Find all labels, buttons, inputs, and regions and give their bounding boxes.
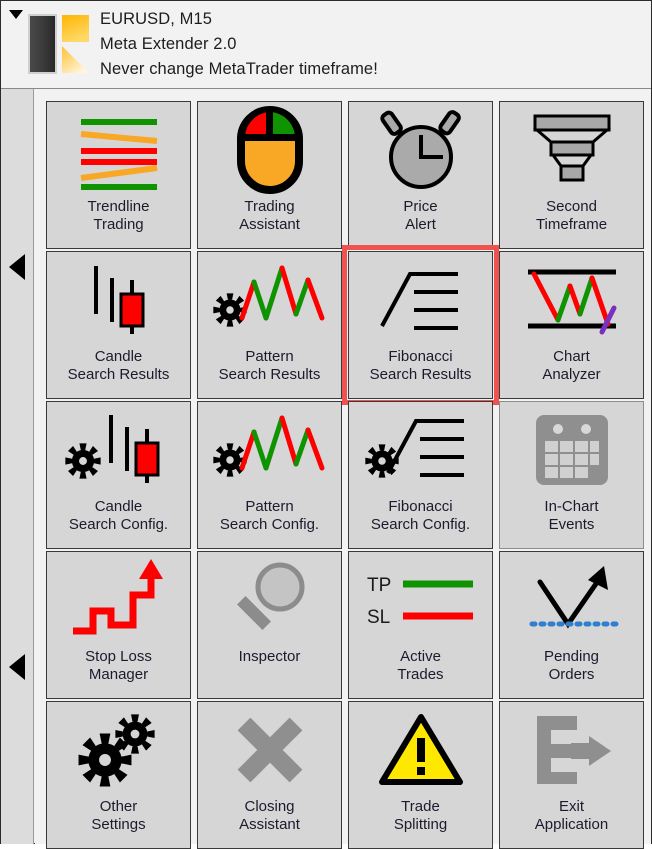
alarm-clock-icon: [348, 102, 493, 198]
tile-label-line1: Exit: [558, 798, 584, 815]
header-product-name: Meta Extender 2.0: [100, 35, 237, 53]
double-gear-icon: [46, 702, 191, 798]
tile-label-line2: Search Config.: [219, 516, 320, 533]
tile-label-line2: Analyzer: [542, 366, 601, 383]
tile-second-timeframe[interactable]: Second Timeframe: [499, 101, 644, 249]
gear-candlestick-icon: [46, 402, 191, 498]
mouse-icon: [197, 102, 342, 198]
tile-chart-analyzer[interactable]: Chart Analyzer: [499, 251, 644, 399]
tile-label-line2: Manager: [88, 666, 149, 683]
tile-label-line1: Candle: [94, 348, 143, 365]
fibonacci-icon: [348, 252, 493, 348]
trendline-lines-icon: [46, 102, 191, 198]
tile-label-line2: Search Results: [218, 366, 321, 383]
tile-label-line1: Candle: [94, 498, 143, 515]
tile-label-line1: Second: [546, 198, 597, 215]
tile-wrapper-fibonacci-search-results: Fibonacci Search Results: [342, 245, 499, 405]
tile-other-settings[interactable]: Other Settings: [46, 701, 191, 849]
tile-label-line1: Trading: [244, 198, 295, 215]
staircase-arrow-icon: [46, 552, 191, 648]
tile-closing-assistant[interactable]: Closing Assistant: [197, 701, 342, 849]
tile-fibonacci-search-config[interactable]: Fibonacci Search Config.: [348, 401, 493, 549]
tile-label-line2: Events: [548, 516, 595, 533]
chart-analyzer-icon: [499, 252, 644, 348]
tile-label-line2: Timeframe: [535, 216, 608, 233]
svg-text:SL: SL: [367, 607, 390, 628]
gear-fibonacci-icon: [348, 402, 493, 498]
header-warning-text: Never change MetaTrader timeframe!: [100, 60, 378, 78]
header-text-block: EURUSD, M15 Meta Extender 2.0 Never chan…: [100, 7, 640, 82]
tile-label-line1: Trendline: [87, 198, 150, 215]
tile-label-line2: Search Results: [369, 366, 472, 383]
tile-label-line1: Fibonacci: [388, 348, 453, 365]
tile-label-line2: Alert: [405, 216, 436, 233]
tile-exit-application[interactable]: Exit Application: [499, 701, 644, 849]
candlestick-icon: [46, 252, 191, 348]
tile-candle-search-results[interactable]: Candle Search Results: [46, 251, 191, 399]
cross-x-icon: [197, 702, 342, 798]
tile-label-line2: Trading: [93, 216, 144, 233]
tile-inspector[interactable]: Inspector: [197, 551, 342, 699]
tile-label-line2: Splitting: [393, 816, 448, 833]
meta-extender-logo: [18, 10, 90, 78]
tile-label-line1: In-Chart: [544, 498, 599, 515]
svg-text:TP: TP: [367, 575, 391, 596]
gear-zigzag-icon: [197, 402, 342, 498]
tile-label-line2: Settings: [91, 816, 146, 833]
tile-label-line2: Search Results: [67, 366, 170, 383]
tile-label-line1: Trade: [401, 798, 440, 815]
tile-label-line2: Assistant: [239, 816, 300, 833]
tile-label-line1: Pending: [543, 648, 600, 665]
tp-sl-lines-icon: TP SL: [348, 552, 493, 648]
triangle-left-icon[interactable]: [9, 654, 25, 680]
left-scroll-rail: [1, 89, 34, 844]
header-symbol-timeframe: EURUSD, M15: [100, 10, 213, 28]
tile-label-line2: Trades: [397, 666, 444, 683]
tile-label-line1: Chart: [553, 348, 590, 365]
tile-candle-search-config[interactable]: Candle Search Config.: [46, 401, 191, 549]
tile-pattern-search-results[interactable]: Pattern Search Results: [197, 251, 342, 399]
funnel-icon: [499, 102, 644, 198]
tile-label-line1: Price: [403, 198, 438, 215]
magnifier-icon: [197, 552, 342, 648]
tile-label-line1: Active: [400, 648, 441, 665]
tile-label-line2: Orders: [548, 666, 595, 683]
tile-trading-assistant[interactable]: Trading Assistant: [197, 101, 342, 249]
tile-trendline-trading[interactable]: Trendline Trading: [46, 101, 191, 249]
tile-in-chart-events[interactable]: In-Chart Events: [499, 401, 644, 549]
tile-pattern-search-config[interactable]: Pattern Search Config.: [197, 401, 342, 549]
triangle-left-icon[interactable]: [9, 254, 25, 280]
meta-extender-panel: EURUSD, M15 Meta Extender 2.0 Never chan…: [0, 0, 652, 849]
tile-label-line2: Search Config.: [370, 516, 471, 533]
module-tile-grid: Trendline Trading Trading Assistant Price A…: [35, 90, 651, 849]
panel-header: EURUSD, M15 Meta Extender 2.0 Never chan…: [1, 1, 651, 89]
tile-label-line1: Stop Loss: [85, 648, 152, 665]
tile-price-alert[interactable]: Price Alert: [348, 101, 493, 249]
gear-zigzag-icon: [197, 252, 342, 348]
calendar-icon: [499, 402, 644, 498]
tile-label-line1: Closing: [244, 798, 295, 815]
tile-label-line2: Assistant: [239, 216, 300, 233]
tile-label-line1: Pattern: [245, 498, 294, 515]
tile-trade-splitting[interactable]: Trade Splitting: [348, 701, 493, 849]
exit-logout-icon: [499, 702, 644, 798]
tile-label-line2: Application: [534, 816, 609, 833]
tile-pending-orders[interactable]: Pending Orders: [499, 551, 644, 699]
tile-stop-loss-manager[interactable]: Stop Loss Manager: [46, 551, 191, 699]
tile-label-line1: Inspector: [238, 648, 301, 665]
tile-label-line2: Search Config.: [68, 516, 169, 533]
v-arrow-dotted-icon: [499, 552, 644, 648]
tile-label-line1: Pattern: [245, 348, 294, 365]
tile-label-line1: Fibonacci: [388, 498, 453, 515]
tile-active-trades[interactable]: TP SL Active Trades: [348, 551, 493, 699]
warning-triangle-icon: [348, 702, 493, 798]
tile-label-line1: Other: [99, 798, 138, 815]
tile-fibonacci-search-results[interactable]: Fibonacci Search Results: [348, 251, 493, 399]
